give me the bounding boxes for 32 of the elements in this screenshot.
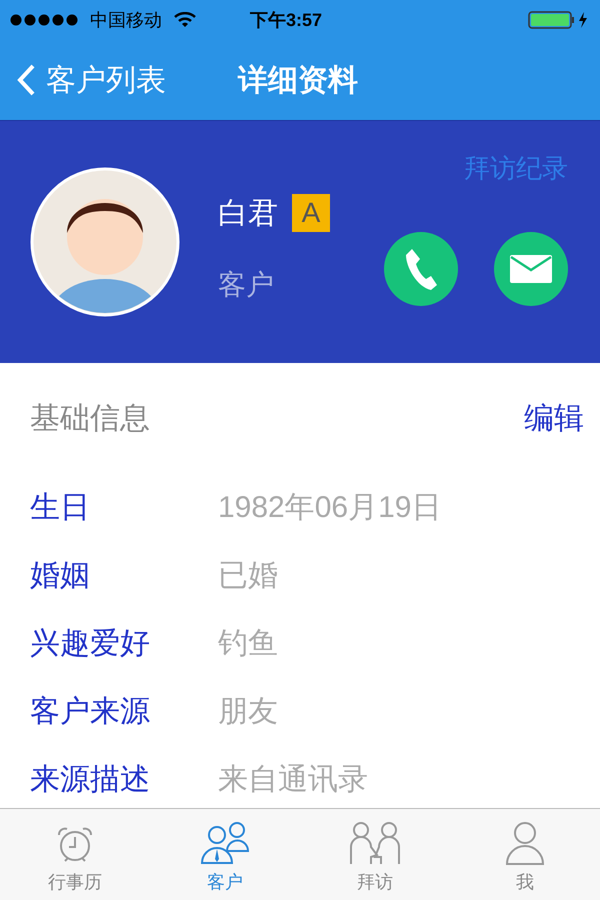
section-title: 基础信息 — [30, 400, 150, 436]
field-label: 婚姻 — [30, 558, 91, 594]
page-title: 详细资料 — [238, 62, 358, 98]
field-label: 兴趣爱好 — [30, 626, 151, 662]
person-icon — [505, 821, 545, 865]
field-value: 1982年06月19日 — [218, 490, 442, 526]
field-label: 生日 — [30, 490, 91, 526]
grade-badge: A — [292, 194, 330, 232]
tab[interactable]: 拜访 — [300, 809, 450, 900]
tab[interactable]: 客户 — [150, 809, 300, 900]
field-label: 客户来源 — [30, 694, 151, 730]
people-icon — [199, 821, 251, 865]
handshake-icon — [349, 821, 401, 865]
envelope-icon — [509, 254, 553, 284]
edit-button[interactable]: 编辑 — [524, 396, 584, 440]
phone-icon — [404, 247, 438, 291]
customer-role: 客户 — [218, 268, 275, 302]
tab[interactable]: 我 — [450, 809, 600, 900]
field-value: 已婚 — [218, 558, 278, 594]
carrier-name: 中国移动 — [90, 8, 162, 32]
field-value: 钓鱼 — [218, 626, 278, 662]
visit-record-link[interactable]: 拜访纪录 — [464, 149, 568, 188]
battery-icon — [528, 11, 590, 29]
field-value: 来自通讯录 — [218, 762, 368, 798]
field-label: 来源描述 — [30, 762, 151, 798]
tab[interactable]: 行事历 — [0, 809, 150, 900]
customer-name: 白君 — [218, 196, 278, 232]
status-time: 下午3:57 — [250, 8, 322, 32]
back-button[interactable]: 客户列表 — [16, 58, 238, 102]
wifi-icon — [174, 12, 196, 28]
field-value: 朋友 — [218, 694, 278, 730]
back-chevron-icon — [16, 63, 36, 97]
